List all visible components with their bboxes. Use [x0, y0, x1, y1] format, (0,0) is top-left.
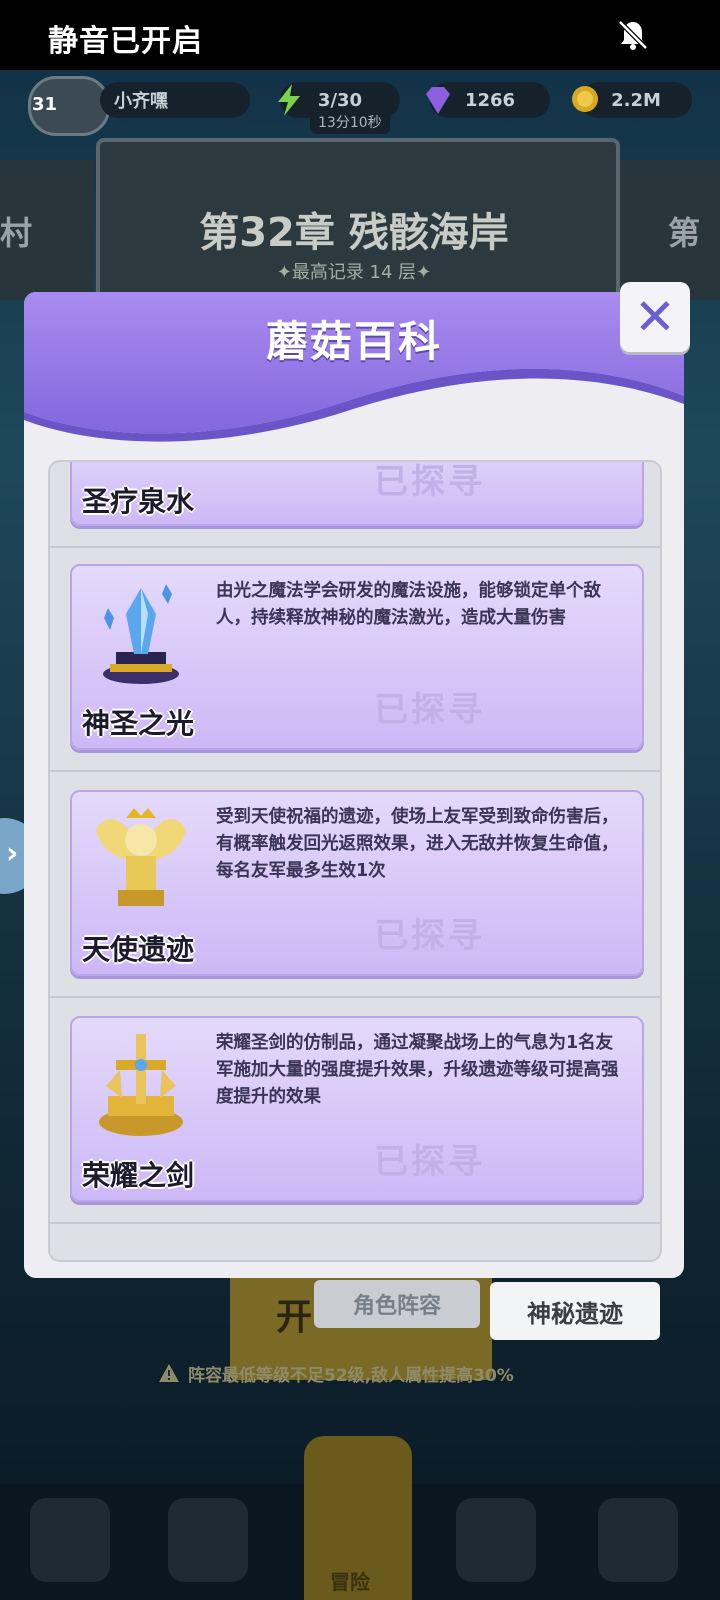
divider	[50, 996, 660, 998]
gold-value: 2.2M	[611, 89, 661, 111]
card-description: 由光之魔法学会研发的魔法设施，能够锁定单个敌人，持续释放神秘的魔法激光，造成大量…	[216, 581, 601, 628]
dialog-title: 蘑菇百科	[265, 317, 442, 366]
chevron-right-icon: ›	[6, 836, 19, 871]
crystal-tower-icon	[103, 584, 179, 684]
warning-icon	[159, 1364, 179, 1382]
divider	[50, 1222, 660, 1224]
card-description: 受到天使祝福的遗迹，使场上友军受到致命伤害后，有概率触发回光返照效果，进入无敌并…	[216, 807, 619, 881]
card-name: 神圣之光	[82, 707, 195, 740]
close-button[interactable]: ✕	[620, 282, 690, 352]
card-name: 天使遗迹	[82, 933, 195, 966]
status-bar: 静音已开启	[0, 0, 720, 70]
angel-statue-icon	[96, 808, 186, 906]
bell-muted-icon	[618, 20, 648, 50]
card-description: 荣耀圣剑的仿制品，通过凝聚战场上的气息为1名友军施加大量的强度提升效果，升级遗迹…	[216, 1033, 619, 1107]
card-status: 已探寻	[374, 916, 485, 956]
list-item[interactable]: 已探寻 圣疗泉水	[70, 462, 644, 526]
card-status: 已探寻	[374, 1142, 485, 1182]
list-item[interactable]: 荣耀圣剑的仿制品，通过凝聚战场上的气息为1名友军施加大量的强度提升效果，升级遗迹…	[70, 1016, 644, 1202]
gem-value: 1266	[464, 89, 516, 111]
divider	[50, 770, 660, 772]
gold-counter[interactable]: 2.2M	[572, 82, 692, 118]
nav-guild[interactable]	[598, 1498, 678, 1582]
card-name: 荣耀之剑	[82, 1159, 195, 1192]
nav-cards[interactable]	[30, 1498, 110, 1582]
level-warning: 阵容最低等级不足52级,敌人属性提高30%	[158, 1356, 558, 1390]
status-text: 静音已开启	[48, 24, 203, 59]
nav-heroes[interactable]	[168, 1498, 248, 1582]
card-status: 已探寻	[374, 462, 485, 502]
warning-text: 阵容最低等级不足52级,敌人属性提高30%	[188, 1365, 514, 1386]
player-name: 小齐嘿	[100, 82, 250, 118]
card-status: 已探寻	[374, 690, 485, 730]
golden-sword-icon	[99, 1034, 183, 1136]
lightning-icon	[278, 84, 300, 116]
next-chapter-label: 第	[668, 214, 701, 252]
tab-roster[interactable]: 角色阵容	[314, 1280, 480, 1328]
nav-adventure-label: 冒险	[330, 1570, 370, 1594]
gem-icon	[426, 87, 450, 114]
close-icon: ✕	[634, 288, 676, 346]
energy-timer: 13分10秒	[310, 110, 390, 134]
chapter-record: ✦最高记录 14 层✦	[276, 262, 432, 283]
gem-counter[interactable]: 1266	[426, 82, 550, 118]
list-item[interactable]: 由光之魔法学会研发的魔法设施，能够锁定单个敌人，持续释放神秘的魔法激光，造成大量…	[70, 564, 644, 750]
nav-base[interactable]	[456, 1498, 536, 1582]
chapter-title: 第32章 残骸海岸	[199, 210, 509, 256]
tab-mysterious-relic[interactable]: 神秘遗迹	[490, 1282, 660, 1340]
card-name: 圣疗泉水	[82, 485, 195, 518]
coin-icon	[572, 86, 598, 112]
list-item[interactable]: 受到天使祝福的遗迹，使场上友军受到致命伤害后，有概率触发回光返照效果，进入无敌并…	[70, 790, 644, 976]
start-button-label: 开	[276, 1297, 313, 1338]
energy-value: 3/30	[317, 89, 363, 111]
prev-chapter-label: 村	[0, 214, 33, 252]
relic-list[interactable]: 已探寻 圣疗泉水 由光之魔法学会研发的魔法设施，能够锁定单个敌人，持续释放神秘的…	[48, 460, 662, 1262]
player-level: 31	[32, 94, 58, 115]
divider	[50, 546, 660, 548]
